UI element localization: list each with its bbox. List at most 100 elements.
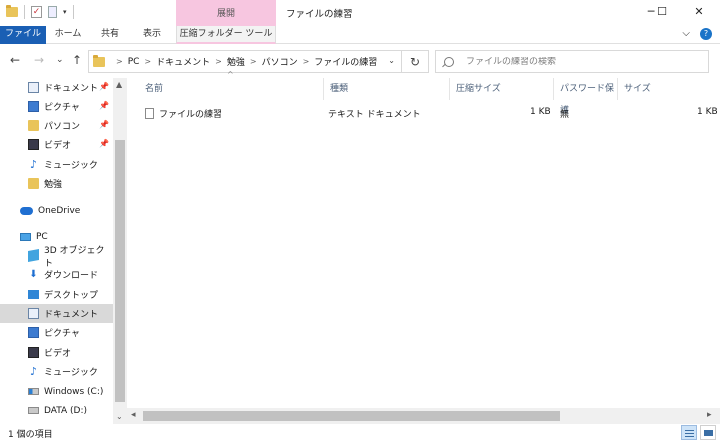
file-list-scrollbar[interactable]: ◂ ▸ xyxy=(127,408,720,424)
videos-icon xyxy=(28,347,39,358)
drive-icon xyxy=(28,407,39,414)
scroll-left-icon[interactable]: ◂ xyxy=(131,410,136,420)
downloads-icon: ⬇ xyxy=(29,269,38,280)
breadcrumb-separator[interactable]: > xyxy=(250,57,257,66)
nav-item-label: パソコン xyxy=(44,122,81,132)
breadcrumb-study[interactable]: 勉強 xyxy=(227,55,245,68)
nav-item-label: ミュージック xyxy=(44,161,98,171)
nav-item-label: ダウンロード xyxy=(44,271,99,281)
windows-drive-icon xyxy=(28,388,39,395)
divider xyxy=(72,5,74,19)
tab-file[interactable]: ファイル xyxy=(0,26,46,44)
nav-item-label: ビデオ xyxy=(44,141,72,151)
column-header-name[interactable]: 名前 xyxy=(139,78,324,100)
nav-pc-documents[interactable]: ドキュメント xyxy=(0,304,113,323)
folder-icon xyxy=(28,120,39,131)
desktop-icon xyxy=(28,290,39,299)
scrollbar-thumb[interactable] xyxy=(115,140,125,402)
nav-pc-videos[interactable]: ビデオ xyxy=(0,343,113,362)
table-row[interactable]: ファイルの練習 テキスト ドキュメント 1 KB 無 1 KB xyxy=(127,102,720,122)
properties-icon[interactable]: ✓ xyxy=(31,6,42,18)
nav-quick-pictures[interactable]: ピクチャ 📌 xyxy=(0,97,113,116)
pin-icon: 📌 xyxy=(99,101,109,110)
search-box[interactable] xyxy=(435,50,709,73)
new-folder-icon[interactable] xyxy=(48,6,57,18)
address-dropdown-icon[interactable]: ⌄ xyxy=(388,56,395,65)
nav-onedrive[interactable]: OneDrive xyxy=(0,201,113,220)
breadcrumb-pc-folder[interactable]: パソコン xyxy=(262,55,298,68)
refresh-button[interactable]: ↻ xyxy=(402,50,429,73)
navigation-pane: ドキュメント 📌 ピクチャ 📌 パソコン 📌 ビデオ 📌 ♪ ミュージック 勉強… xyxy=(0,78,127,424)
breadcrumb-pc[interactable]: PC xyxy=(128,57,140,67)
scroll-down-icon[interactable]: ⌄ xyxy=(116,412,123,421)
breadcrumb-current[interactable]: ファイルの練習 xyxy=(314,55,377,68)
scroll-right-icon[interactable]: ▸ xyxy=(707,410,712,420)
pin-icon: 📌 xyxy=(99,82,109,91)
documents-icon xyxy=(28,308,39,319)
file-list: ^ 名前 種類 圧縮サイズ パスワード保護 サイズ ファイルの練習 テキスト ド… xyxy=(127,70,720,424)
address-bar[interactable]: > PC > ドキュメント > 勉強 > パソコン > ファイルの練習 ⌄ xyxy=(88,50,402,73)
nav-quick-documents[interactable]: ドキュメント 📌 xyxy=(0,78,113,97)
tab-share[interactable]: 共有 xyxy=(92,26,128,44)
breadcrumb-separator[interactable]: > xyxy=(303,57,310,66)
cloud-icon xyxy=(20,206,33,215)
scrollbar-thumb[interactable] xyxy=(143,411,560,421)
nav-pc-desktop[interactable]: デスクトップ xyxy=(0,285,113,304)
nav-quick-music[interactable]: ♪ ミュージック xyxy=(0,155,113,174)
up-button[interactable]: ↑ xyxy=(72,53,82,67)
search-input[interactable] xyxy=(466,56,686,67)
ribbon-tabs: ファイル ホーム 共有 表示 圧縮フォルダー ツール ⌵ ? xyxy=(0,26,720,44)
file-compressed-size: 1 KB xyxy=(530,107,551,117)
column-header-type[interactable]: 種類 xyxy=(324,78,450,100)
nav-quick-pasokon[interactable]: パソコン 📌 xyxy=(0,116,113,135)
breadcrumb-documents[interactable]: ドキュメント xyxy=(156,55,210,68)
breadcrumb-separator[interactable]: > xyxy=(215,57,222,66)
file-password: 無 xyxy=(560,110,570,120)
column-header-size[interactable]: サイズ xyxy=(618,78,720,100)
nav-pc-windows-c[interactable]: Windows (C:) xyxy=(0,382,113,401)
help-icon[interactable]: ? xyxy=(700,28,712,40)
videos-icon xyxy=(28,139,39,150)
address-row: ← → ⌄ ↑ > PC > ドキュメント > 勉強 > パソコン > ファイル… xyxy=(0,44,720,78)
nav-quick-videos[interactable]: ビデオ 📌 xyxy=(0,135,113,154)
folder-icon xyxy=(28,178,39,189)
folder-icon xyxy=(6,5,18,17)
breadcrumb-separator[interactable]: > xyxy=(144,57,151,66)
column-header-password[interactable]: パスワード保護 xyxy=(554,78,618,116)
pin-icon: 📌 xyxy=(99,120,109,129)
nav-pc-music[interactable]: ♪ ミュージック xyxy=(0,362,113,381)
nav-pc-pictures[interactable]: ピクチャ xyxy=(0,323,113,342)
pin-icon: 📌 xyxy=(99,139,109,148)
large-icons-view-button[interactable] xyxy=(700,425,716,440)
pictures-icon xyxy=(28,101,39,112)
recent-locations-button[interactable]: ⌄ xyxy=(56,53,64,67)
details-view-button[interactable] xyxy=(681,425,697,440)
extract-context-header: 展開 xyxy=(176,0,276,26)
scroll-up-icon[interactable]: ▲ xyxy=(116,80,122,89)
forward-button[interactable]: → xyxy=(34,53,44,67)
column-header-compressed-size[interactable]: 圧縮サイズ xyxy=(450,78,554,100)
pictures-icon xyxy=(28,327,39,338)
customize-toolbar-icon[interactable]: ▾ xyxy=(63,8,67,16)
nav-item-label: PC xyxy=(36,231,48,242)
nav-item-label: OneDrive xyxy=(38,205,81,216)
tab-home[interactable]: ホーム xyxy=(48,26,88,44)
nav-pc-3d-objects[interactable]: 3D オブジェクト xyxy=(0,246,113,269)
item-count: 1 個の項目 xyxy=(8,430,53,440)
tab-compressed-folder-tools[interactable]: 圧縮フォルダー ツール xyxy=(176,26,276,44)
nav-item-label: ピクチャ xyxy=(44,103,80,113)
nav-item-label: ドキュメント xyxy=(44,84,99,94)
3d-objects-icon xyxy=(28,249,39,262)
nav-quick-study[interactable]: 勉強 xyxy=(0,174,113,193)
collapse-ribbon-icon[interactable]: ⌵ xyxy=(682,28,690,40)
nav-pane-scrollbar[interactable]: ▲ ⌄ xyxy=(113,78,127,424)
tab-view[interactable]: 表示 xyxy=(134,26,170,44)
nav-pc-downloads[interactable]: ⬇ ダウンロード xyxy=(0,265,113,284)
nav-pc-data-d[interactable]: DATA (D:) xyxy=(0,401,113,420)
nav-item-label: DATA (D:) xyxy=(44,405,88,416)
back-button[interactable]: ← xyxy=(10,53,20,67)
nav-item-label: Windows (C:) xyxy=(44,386,104,397)
close-button[interactable]: ✕ xyxy=(678,0,720,26)
nav-item-label: ピクチャ xyxy=(44,329,80,339)
music-icon: ♪ xyxy=(29,365,38,378)
